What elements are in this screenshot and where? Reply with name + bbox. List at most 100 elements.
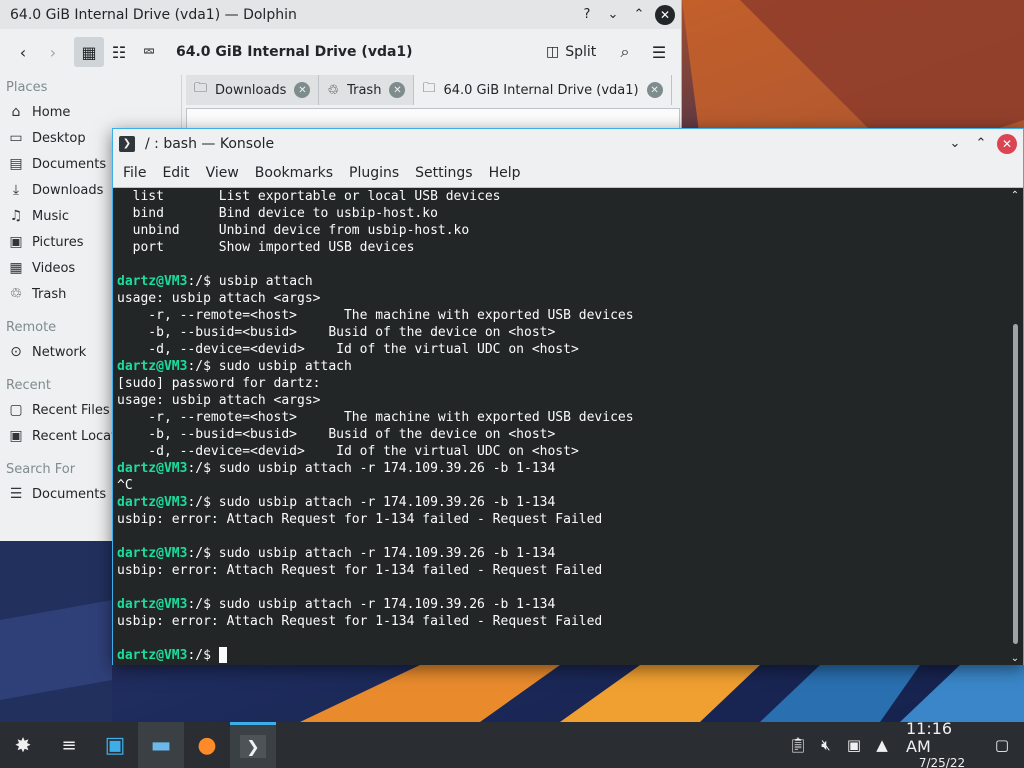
split-view-icon: ◫ <box>546 44 560 60</box>
terminal-output[interactable]: list List exportable or local USB device… <box>113 188 1009 665</box>
discover-task[interactable]: ▣ <box>92 722 138 768</box>
menu-plugins[interactable]: Plugins <box>343 165 405 181</box>
konsole-titlebar[interactable]: ❯ / : bash — Konsole ⌄ ⌃ ✕ <box>113 129 1023 158</box>
firefox-task[interactable]: ● <box>184 722 230 768</box>
volume-muted-icon[interactable]: 🔇︎ <box>812 731 840 759</box>
details-view-button[interactable]: ⮹ <box>134 37 164 67</box>
menu-view[interactable]: View <box>200 165 245 181</box>
place-label: Home <box>32 104 71 120</box>
chevron-left-icon: ‹ <box>19 42 27 62</box>
back-button[interactable]: ‹ <box>8 37 38 67</box>
terminal-text: -r, --remote=<host> The machine with exp… <box>117 410 634 425</box>
prompt-user-host: dartz@VM3 <box>117 495 188 510</box>
terminal-line: dartz@VM3:/$ <box>117 647 1009 664</box>
folder-icon: ▬ <box>150 732 172 758</box>
place-label: Documents <box>32 486 107 502</box>
picture-icon: ▣ <box>9 234 23 250</box>
terminal-icon: ❯ <box>240 735 266 758</box>
terminal-text: :/$ sudo usbip attach -r 174.109.39.26 -… <box>187 546 556 561</box>
help-button[interactable]: ? <box>577 5 597 25</box>
clock-time: 11:16 AM <box>906 719 953 756</box>
terminal-line: -d, --device=<devid> Id of the virtual U… <box>117 341 1009 358</box>
terminal-scrollbar[interactable]: ⌃ ⌄ <box>1007 188 1023 665</box>
trash-icon: ♲ <box>9 286 23 302</box>
menu-help[interactable]: Help <box>483 165 527 181</box>
terminal-text: usbip: error: Attach Request for 1-134 f… <box>117 614 603 629</box>
place-label: Documents <box>32 156 107 172</box>
scroll-thumb[interactable] <box>1013 324 1018 644</box>
digital-clock[interactable]: 11:16 AM 7/25/22 <box>896 720 988 768</box>
network-icon[interactable]: ▣ <box>840 731 868 759</box>
terminal-line: -b, --busid=<busid> Busid of the device … <box>117 426 1009 443</box>
place-home[interactable]: ⌂ Home <box>0 99 181 125</box>
terminal-line: dartz@VM3:/$ sudo usbip attach -r 174.10… <box>117 460 1009 477</box>
terminal-text: :/$ sudo usbip attach -r 174.109.39.26 -… <box>187 461 556 476</box>
scroll-up-icon[interactable]: ⌃ <box>1007 188 1023 202</box>
system-settings-task[interactable]: ≡ <box>46 722 92 768</box>
minimize-button[interactable]: ⌄ <box>945 134 965 154</box>
terminal-line: dartz@VM3:/$ sudo usbip attach -r 174.10… <box>117 596 1009 613</box>
hamburger-icon: ☰ <box>651 42 667 62</box>
icons-view-button[interactable]: ▦ <box>74 37 104 67</box>
tab-label: Trash <box>347 82 382 98</box>
folder-icon: 🗀 <box>422 81 436 96</box>
video-icon: ▦ <box>9 260 23 276</box>
maximize-button[interactable]: ⌃ <box>629 5 649 25</box>
maximize-button[interactable]: ⌃ <box>971 134 991 154</box>
tab-label: 64.0 GiB Internal Drive (vda1) <box>443 82 639 98</box>
close-button[interactable]: ✕ <box>997 133 1017 154</box>
document-icon: ▤ <box>9 156 23 172</box>
terminal-text: :/$ sudo usbip attach -r 174.109.39.26 -… <box>187 597 556 612</box>
hamburger-menu-button[interactable]: ☰ <box>644 37 674 67</box>
menu-edit[interactable]: Edit <box>156 165 195 181</box>
tab-close-button[interactable]: ✕ <box>294 82 311 98</box>
home-icon: ⌂ <box>11 104 21 120</box>
shopping-bag-icon: ▣ <box>104 732 126 758</box>
terminal-line: dartz@VM3:/$ sudo usbip attach -r 174.10… <box>117 494 1009 511</box>
split-label: Split <box>565 44 597 60</box>
terminal-line: list List exportable or local USB device… <box>117 188 1009 205</box>
place-label: Trash <box>32 286 67 302</box>
scroll-down-icon[interactable]: ⌄ <box>1007 651 1023 665</box>
tray-expand-arrow-icon[interactable]: ▲ <box>868 731 896 759</box>
terminal-text: list List exportable or local USB device… <box>117 189 501 204</box>
compact-view-button[interactable]: ☷ <box>104 37 134 67</box>
application-launcher[interactable]: ✸ <box>0 722 46 768</box>
taskbar: ✸ ≡ ▣ ▬ ● ❯ 📋︎ 🔇︎ ▣ ▲ 11:16 AM 7/25/22 ▢ <box>0 720 1024 768</box>
menu-file[interactable]: File <box>117 165 152 181</box>
menu-bookmarks[interactable]: Bookmarks <box>249 165 339 181</box>
minimize-button[interactable]: ⌄ <box>603 5 623 25</box>
terminal-text: [sudo] password for dartz: <box>117 376 321 391</box>
terminal-text: ^C <box>117 478 133 493</box>
dolphin-task[interactable]: ▬ <box>138 722 184 768</box>
firefox-icon: ● <box>197 732 217 758</box>
download-icon: ⤓ <box>12 182 20 198</box>
tab-label: Downloads <box>215 82 287 98</box>
forward-button[interactable]: › <box>38 37 68 67</box>
show-desktop-icon[interactable]: ▢ <box>988 731 1016 759</box>
tab-downloads[interactable]: 🗀 Downloads ✕ <box>186 75 320 105</box>
terminal-line: dartz@VM3:/$ usbip attach <box>117 273 1009 290</box>
tab-trash[interactable]: ♲ Trash ✕ <box>319 75 415 105</box>
split-button[interactable]: ◫ Split <box>546 37 596 67</box>
dolphin-titlebar[interactable]: 64.0 GiB Internal Drive (vda1) — Dolphin… <box>0 0 681 29</box>
compact-list-icon: ☷ <box>111 42 127 62</box>
clipboard-icon[interactable]: 📋︎ <box>784 731 812 759</box>
tab-internal-drive[interactable]: 🗀 64.0 GiB Internal Drive (vda1) ✕ <box>414 75 672 105</box>
terminal-text: -b, --busid=<busid> Busid of the device … <box>117 427 556 442</box>
search-button[interactable]: ⌕ <box>610 37 640 67</box>
tab-close-button[interactable]: ✕ <box>389 82 406 98</box>
terminal-text: -d, --device=<devid> Id of the virtual U… <box>117 342 579 357</box>
terminal-line: unbind Unbind device from usbip-host.ko <box>117 222 1009 239</box>
grid-icon: ▦ <box>81 42 97 62</box>
menu-settings[interactable]: Settings <box>409 165 478 181</box>
tab-close-button[interactable]: ✕ <box>646 82 663 98</box>
prompt-user-host: dartz@VM3 <box>117 546 188 561</box>
konsole-task[interactable]: ❯ <box>230 722 276 768</box>
close-button[interactable]: ✕ <box>655 4 675 25</box>
terminal-text: bind Bind device to usbip-host.ko <box>117 206 438 221</box>
terminal-line: port Show imported USB devices <box>117 239 1009 256</box>
dolphin-toolbar: ‹ › ▦ ☷ ⮹ 64.0 GiB Internal Drive (vda1)… <box>0 29 681 75</box>
